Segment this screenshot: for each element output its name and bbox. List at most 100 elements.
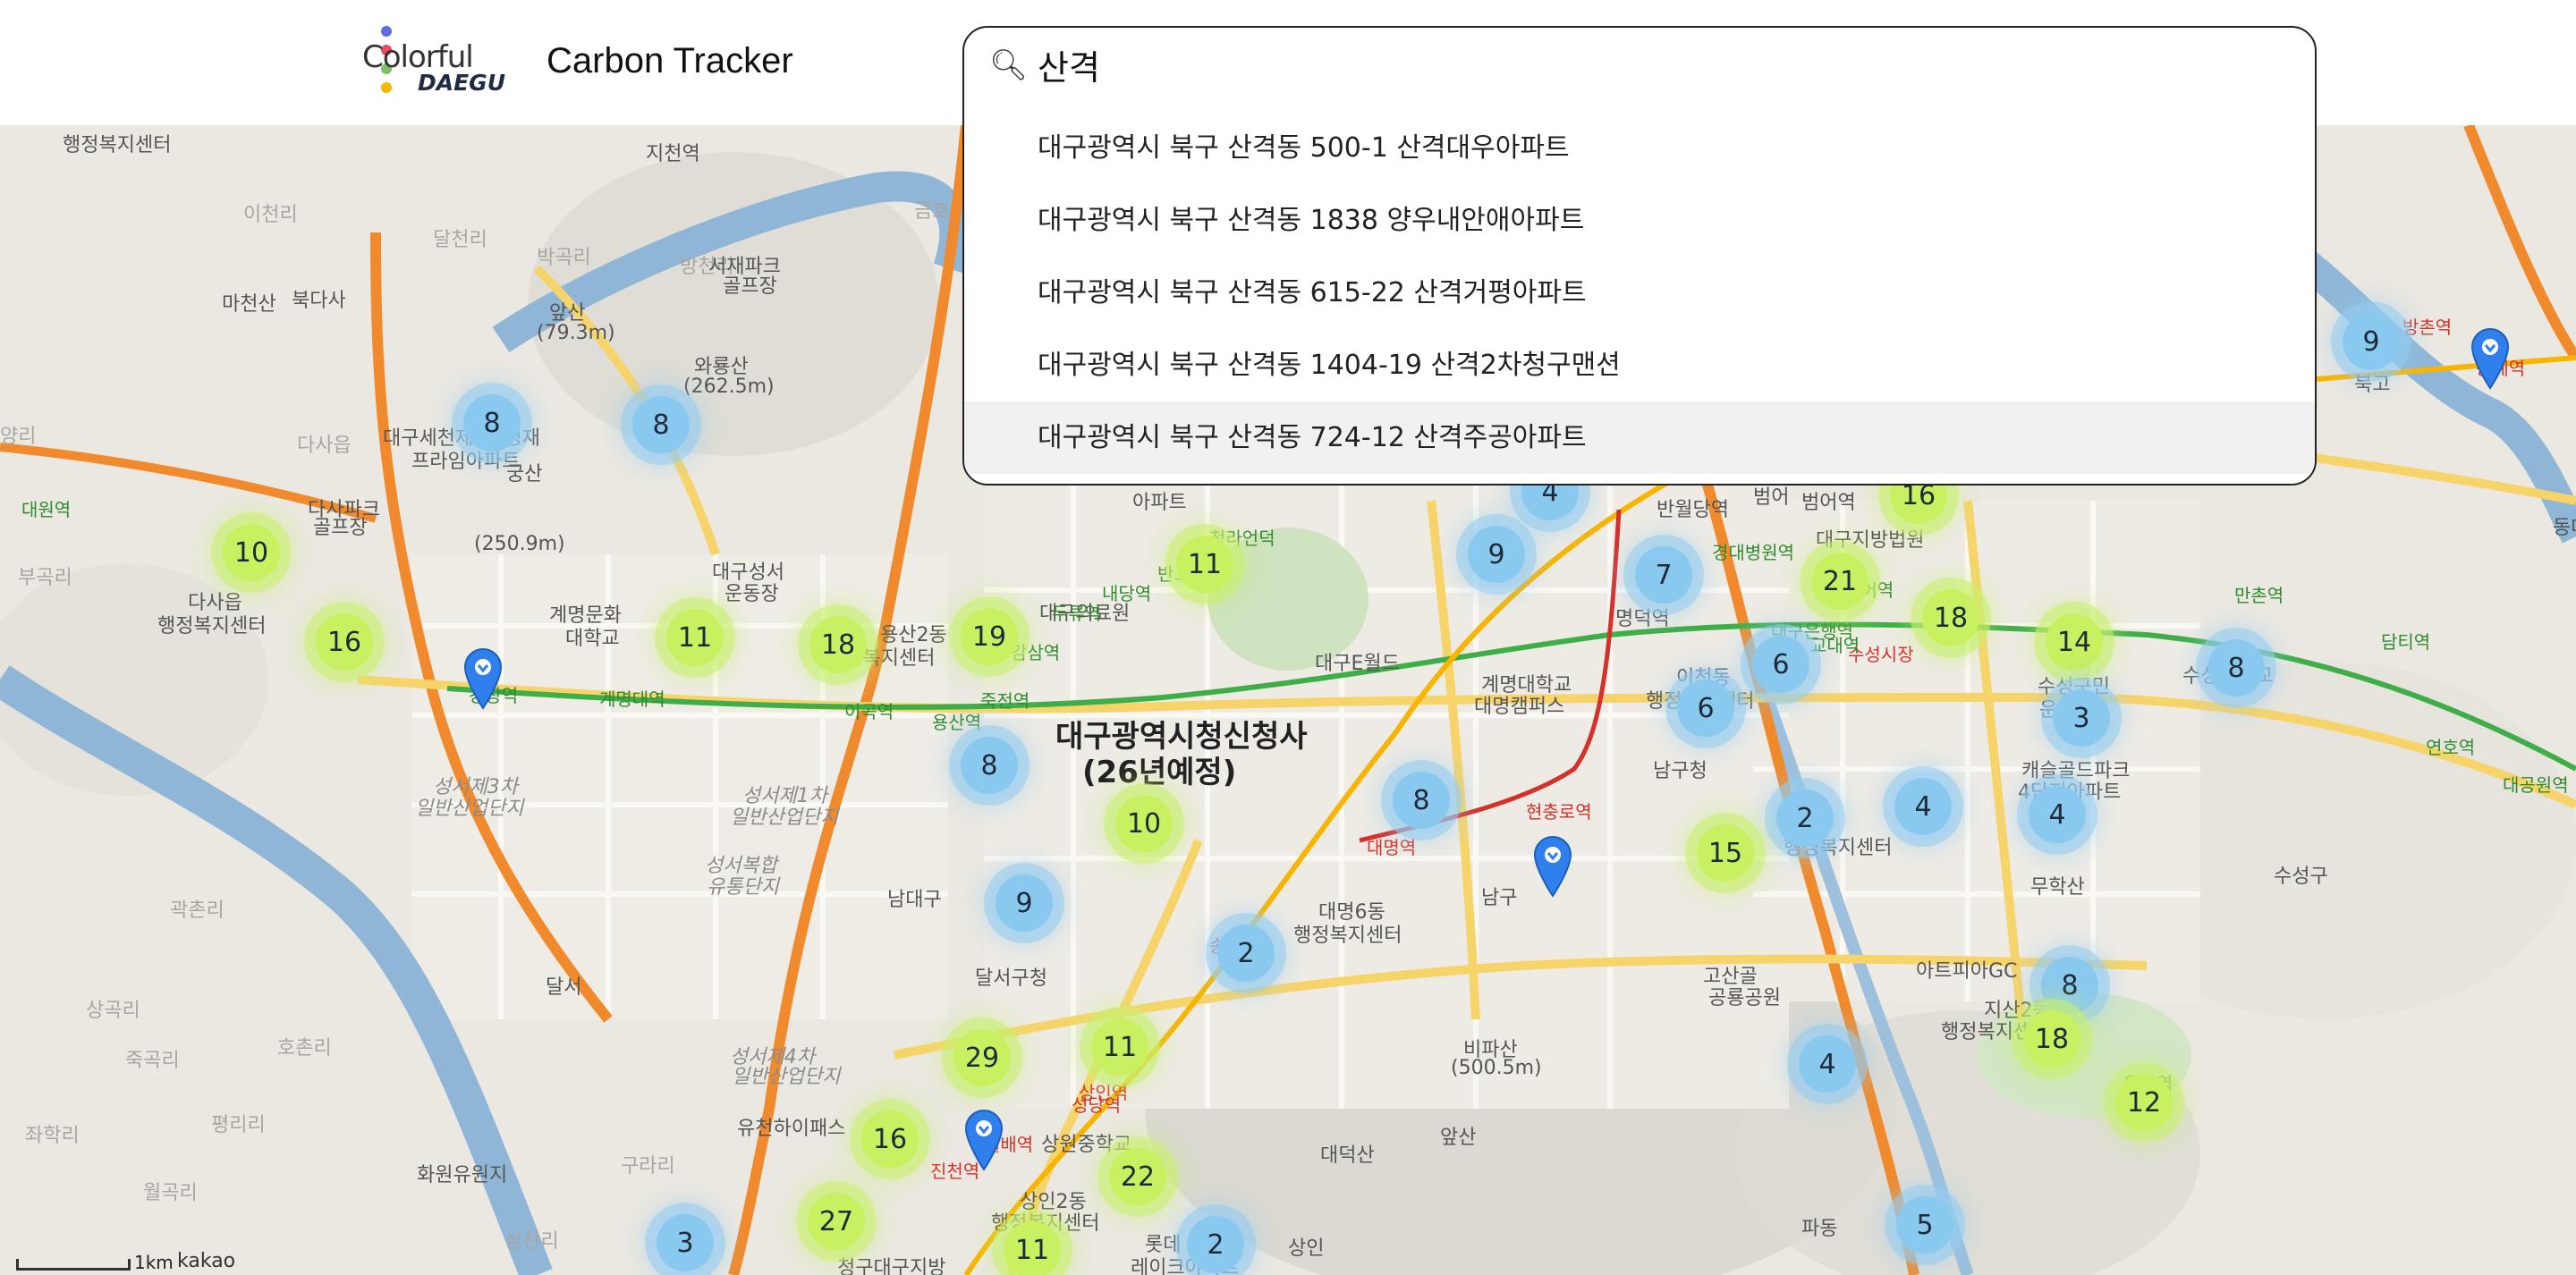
map-label: 월곡리 — [143, 1182, 198, 1204]
map-label: 성산리 — [504, 1230, 559, 1253]
map-label: 죽곡리 — [125, 1050, 180, 1072]
map-label: 대구지방법원 — [1816, 529, 1925, 552]
marker-cluster-blue[interactable]: 9 — [996, 874, 1053, 932]
search-panel: 🔍︎ 대구광역시 북구 산격동 500-1 산격대우아파트 대구광역시 북구 산… — [962, 26, 2317, 486]
marker-cluster-green[interactable]: 14 — [2046, 613, 2103, 671]
map-label: 달천리 — [433, 229, 487, 251]
suggestion-list: 대구광역시 북구 산격동 500-1 산격대우아파트 대구광역시 북구 산격동 … — [964, 112, 2315, 474]
map-label: 현충로역 — [1526, 801, 1592, 823]
marker-cluster-blue[interactable]: 3 — [657, 1214, 714, 1271]
marker-cluster-blue[interactable]: 2 — [1217, 925, 1275, 982]
map-label: 무학산 — [2030, 876, 2085, 899]
map-label: 유통단지 — [707, 876, 779, 899]
marker-cluster-green[interactable]: 21 — [1811, 553, 1868, 610]
marker-cluster-green[interactable]: 29 — [953, 1029, 1011, 1086]
map-label: 호촌리 — [277, 1037, 332, 1060]
marker-cluster-blue[interactable]: 8 — [1393, 772, 1450, 829]
map-label: 부곡리 — [18, 567, 72, 589]
marker-cluster-green[interactable]: 12 — [2115, 1074, 2173, 1131]
search-input[interactable] — [1036, 40, 2274, 89]
map-label: 청구대구지방 — [837, 1257, 946, 1275]
map-label: 운동장 — [724, 583, 779, 605]
marker-cluster-blue[interactable]: 8 — [463, 394, 521, 452]
marker-cluster-blue[interactable]: 2 — [1187, 1216, 1244, 1273]
suggestion-item[interactable]: 대구광역시 북구 산격동 1404-19 산격2차청구맨션 — [964, 329, 2315, 401]
suggestion-item-highlighted[interactable]: 대구광역시 북구 산격동 724-12 산격주공아파트 — [964, 401, 2315, 474]
map-label: 반월당역 — [1657, 499, 1729, 521]
map-label: 아파트 — [1132, 492, 1187, 514]
marker-cluster-green[interactable]: 19 — [961, 608, 1018, 665]
marker-cluster-blue[interactable]: 4 — [1894, 778, 1952, 835]
marker-cluster-green[interactable]: 10 — [1115, 795, 1173, 852]
colorful-daegu-logo[interactable]: Colorful DAEGU — [362, 23, 514, 100]
map-label: 범어역 — [1801, 492, 1856, 514]
search-icon: 🔍︎ — [989, 47, 1029, 83]
map-label: 화원유원지 — [417, 1164, 508, 1186]
map-label: 평리리 — [211, 1114, 266, 1136]
marker-cluster-blue[interactable]: 6 — [1752, 636, 1809, 693]
location-pin-icon[interactable] — [2469, 325, 2512, 390]
map-label: 상곡리 — [86, 1000, 140, 1022]
marker-cluster-blue[interactable]: 2 — [1776, 789, 1834, 847]
marker-cluster-green[interactable]: 18 — [2023, 1010, 2080, 1068]
map-label: 앞산 — [1440, 1127, 1477, 1149]
marker-cluster-blue[interactable]: 8 — [2041, 957, 2098, 1014]
suggestion-item[interactable]: 대구광역시 북구 산격동 500-1 산격대우아파트 — [964, 112, 2315, 184]
map-label: (262.5m) — [683, 376, 775, 398]
map-label: 대구광역시청신청사 — [1055, 719, 1308, 755]
marker-cluster-green[interactable]: 11 — [666, 609, 724, 666]
marker-cluster-blue[interactable]: 3 — [2053, 689, 2110, 747]
marker-cluster-green[interactable]: 22 — [1109, 1148, 1166, 1205]
map-label: 용산역 — [932, 712, 982, 733]
map-label: 방촌역 — [2402, 317, 2453, 338]
marker-cluster-blue[interactable]: 9 — [2343, 313, 2400, 370]
map-label: 대명역 — [1367, 837, 1417, 858]
marker-cluster-blue[interactable]: 5 — [1896, 1196, 1953, 1254]
logo-text-daegu: DAEGU — [418, 70, 505, 96]
marker-cluster-blue[interactable]: 8 — [2207, 639, 2265, 697]
marker-cluster-green[interactable]: 16 — [316, 613, 373, 671]
marker-cluster-green[interactable]: 10 — [223, 524, 280, 581]
map-label: 행정복지센터 — [157, 615, 267, 638]
map-label: 행정복지센터 — [1293, 925, 1402, 947]
map-label: 연호역 — [2426, 737, 2476, 758]
map-attribution: kakao — [177, 1250, 236, 1272]
marker-cluster-green[interactable]: 18 — [809, 616, 867, 673]
suggestion-item[interactable]: 대구광역시 북구 산격동 615-22 산격거평아파트 — [964, 257, 2315, 329]
marker-cluster-green[interactable]: 18 — [1922, 589, 1979, 646]
map-label: 공룡공원 — [1708, 987, 1781, 1009]
suggestion-item[interactable]: 대구광역시 북구 산격동 1838 양우내안애아파트 — [964, 184, 2315, 257]
marker-cluster-blue[interactable]: 7 — [1635, 546, 1692, 604]
marker-cluster-blue[interactable]: 6 — [1677, 680, 1734, 737]
map-label: 대구E월드 — [1315, 653, 1400, 675]
marker-cluster-green[interactable]: 11 — [1176, 536, 1233, 593]
map-label: 담티역 — [2381, 631, 2431, 653]
marker-cluster-blue[interactable]: 4 — [1799, 1035, 1856, 1093]
marker-cluster-blue[interactable]: 8 — [632, 396, 690, 453]
marker-cluster-blue[interactable]: 8 — [961, 737, 1018, 794]
map-label: 지천역 — [646, 143, 700, 165]
location-pin-icon[interactable] — [462, 646, 504, 710]
location-pin-icon[interactable] — [962, 1107, 1005, 1171]
map-label: 상인역 — [1079, 1082, 1129, 1103]
marker-cluster-blue[interactable]: 9 — [1468, 526, 1525, 583]
map-label: 다사읍 — [297, 435, 352, 457]
map-label: 궁산 — [506, 463, 543, 486]
map-label: 유천하이패스 — [737, 1118, 846, 1140]
map-label: (500.5m) — [1451, 1057, 1542, 1079]
map-label: 달서 — [546, 976, 582, 999]
marker-cluster-blue[interactable]: 4 — [2029, 786, 2086, 843]
scale-bar — [16, 1259, 131, 1271]
map-label: 박곡리 — [537, 247, 591, 269]
marker-cluster-green[interactable]: 11 — [1004, 1221, 1061, 1275]
marker-cluster-green[interactable]: 11 — [1091, 1018, 1148, 1076]
map-label: 만촌역 — [2234, 585, 2284, 606]
marker-cluster-green[interactable]: 15 — [1697, 824, 1754, 882]
marker-cluster-green[interactable]: 27 — [808, 1193, 865, 1250]
map-label: 감삼역 — [1011, 642, 1061, 663]
marker-cluster-green[interactable]: 16 — [861, 1110, 919, 1168]
map-label: 대명캠퍼스 — [1474, 696, 1565, 718]
map-label: 파동 — [1801, 1218, 1838, 1240]
location-pin-icon[interactable] — [1531, 833, 1574, 898]
map-label: 행정복지센터 — [63, 134, 172, 156]
